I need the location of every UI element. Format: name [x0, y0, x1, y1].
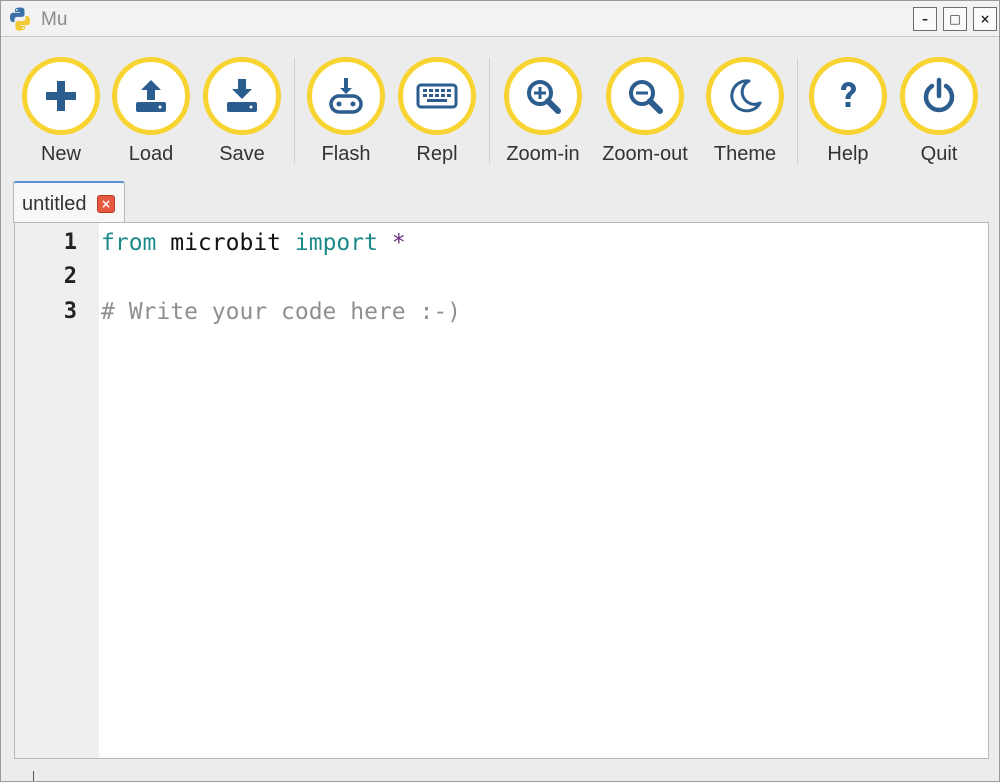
status-bar: [1, 761, 999, 781]
zoom-in-button-ring: [504, 57, 582, 135]
theme-button-ring: [706, 57, 784, 135]
comment-token: # Write your code here :-): [101, 299, 462, 325]
save-button[interactable]: Save: [197, 57, 287, 172]
new-button[interactable]: New: [16, 57, 106, 172]
moon-icon: [730, 79, 762, 113]
repl-button[interactable]: Repl: [392, 57, 482, 172]
upload-icon: [136, 80, 166, 112]
close-icon: ×: [979, 12, 991, 26]
zoom-out-button-ring: [606, 57, 684, 135]
power-icon: [923, 77, 955, 113]
load-button[interactable]: Load: [106, 57, 196, 172]
maximize-button[interactable]: □: [943, 7, 967, 31]
close-tab-icon[interactable]: ×: [97, 195, 115, 213]
keyboard-icon: [416, 83, 458, 109]
save-button-label: Save: [219, 143, 265, 165]
zoom-out-button[interactable]: Zoom-out: [600, 57, 690, 172]
minimize-icon: –: [922, 12, 928, 26]
quit-button-ring: [900, 57, 978, 135]
keyword-token: from: [101, 230, 157, 256]
download-icon: [227, 79, 257, 112]
save-button-ring: [203, 57, 281, 135]
line-number: 3: [63, 299, 77, 324]
quit-button-label: Quit: [920, 143, 958, 165]
zoom-in-button[interactable]: Zoom-in: [498, 57, 588, 172]
quit-button[interactable]: Quit: [894, 57, 984, 172]
zoom-in-icon: [527, 80, 561, 114]
minimize-button[interactable]: –: [913, 7, 937, 31]
repl-button-ring: [398, 57, 476, 135]
python-logo-icon: [10, 7, 30, 31]
tab-untitled[interactable]: untitled ×: [13, 181, 125, 223]
plus-icon: [46, 81, 76, 111]
flash-button-ring: [307, 57, 385, 135]
question-icon: [841, 82, 856, 107]
load-button-ring: [112, 57, 190, 135]
maximize-icon: □: [949, 12, 961, 26]
new-button-ring: [22, 57, 100, 135]
zoom-out-icon: [629, 80, 663, 114]
line-number: 1: [63, 230, 77, 255]
help-button[interactable]: Help: [803, 57, 893, 172]
title-bar: Mu – □ ×: [1, 1, 999, 37]
zoom-out-button-label: Zoom-out: [602, 143, 688, 165]
flash-button[interactable]: Flash: [301, 57, 391, 172]
mu-window: Mu – □ × New Load Save Flash Repl Zoom-i…: [0, 0, 1000, 782]
toolbar: New Load Save Flash Repl Zoom-in Zoom-ou…: [1, 38, 999, 175]
close-window-button[interactable]: ×: [973, 7, 997, 31]
window-title: Mu: [41, 9, 68, 30]
code-editor[interactable]: 1 2 3 from microbit import * # Write you…: [14, 222, 989, 759]
tab-label: untitled: [22, 193, 87, 215]
theme-button-label: Theme: [713, 143, 777, 165]
operator-token: *: [377, 230, 406, 256]
repl-button-label: Repl: [416, 143, 458, 165]
help-button-ring: [809, 57, 887, 135]
zoom-in-button-label: Zoom-in: [506, 143, 580, 165]
code-line: # Write your code here :-): [101, 295, 461, 329]
status-divider: [33, 771, 34, 781]
keyword-token: import: [294, 230, 378, 256]
code-line: from microbit import *: [101, 226, 406, 260]
identifier-token: microbit: [156, 230, 295, 256]
theme-button[interactable]: Theme: [700, 57, 790, 172]
microbit-flash-icon: [329, 78, 363, 114]
line-number: 2: [63, 264, 77, 289]
